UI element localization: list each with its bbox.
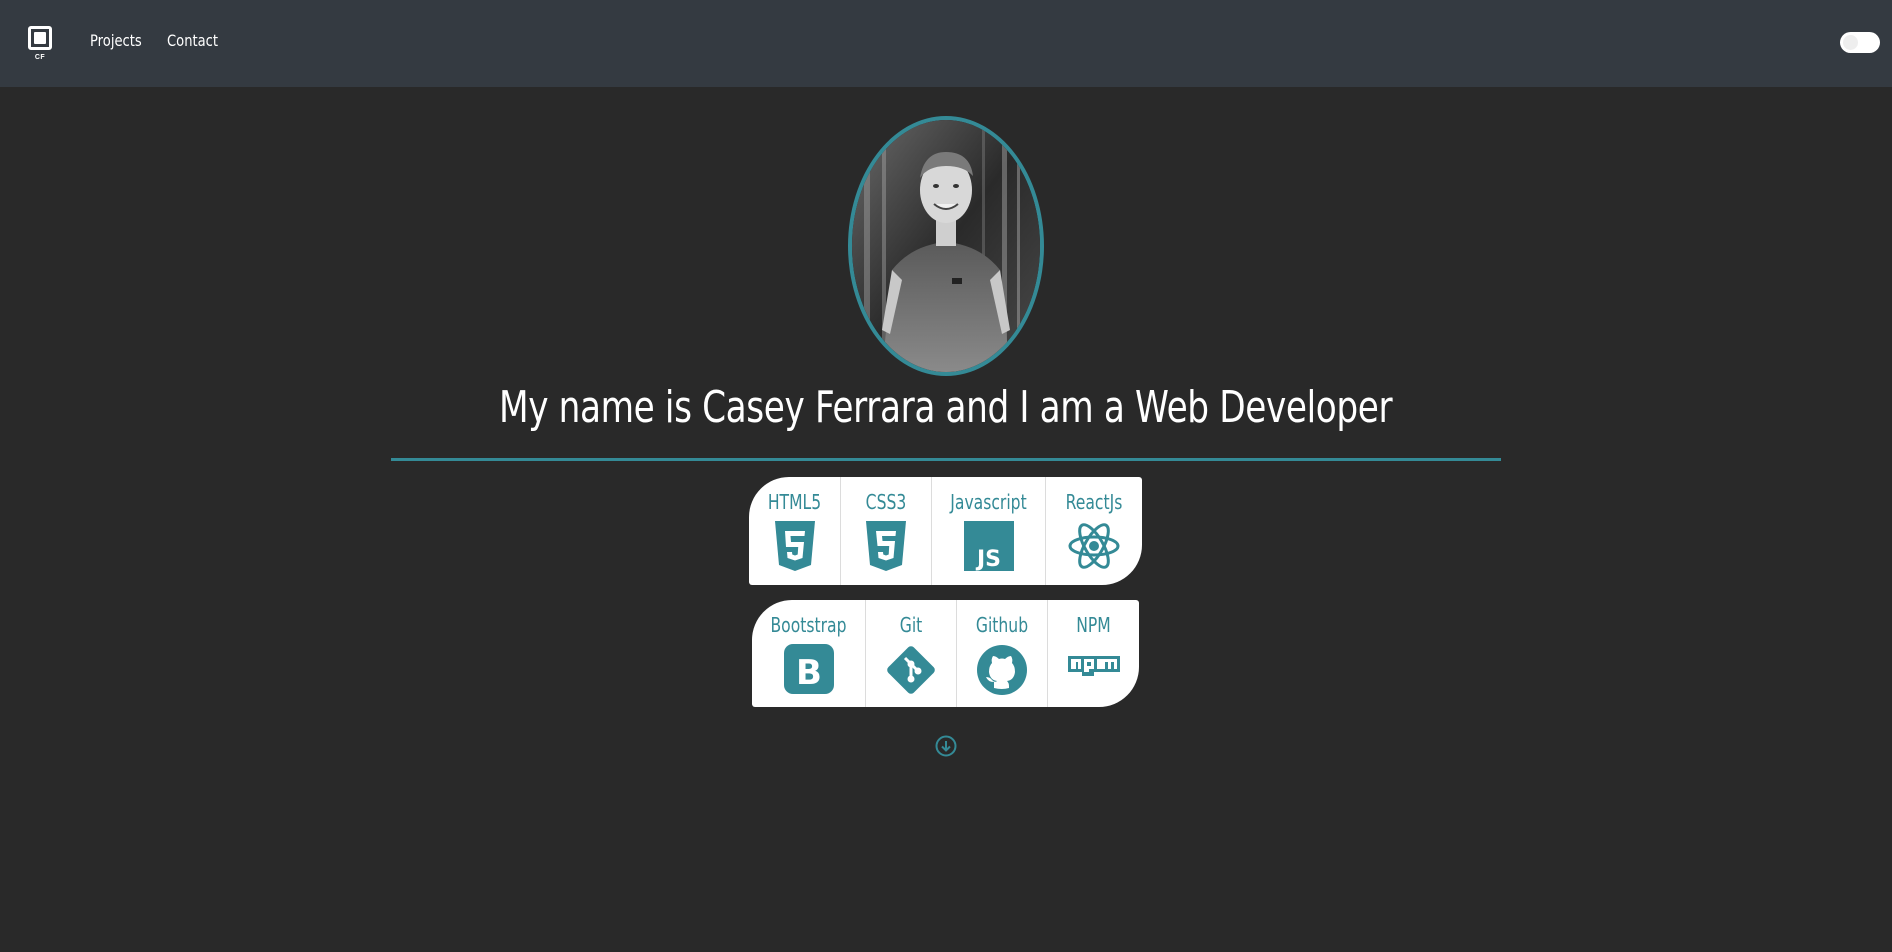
bootstrap-icon: B bbox=[783, 644, 834, 699]
skill-label: Javascript bbox=[950, 490, 1027, 514]
react-icon bbox=[1067, 521, 1121, 576]
skill-javascript: Javascript JS bbox=[932, 477, 1046, 585]
hero-headline: My name is Casey Ferrara and I am a Web … bbox=[0, 382, 1892, 433]
nav-link-projects[interactable]: Projects bbox=[90, 31, 142, 50]
brand-text: CF bbox=[34, 54, 46, 61]
html5-icon bbox=[773, 521, 817, 576]
github-icon bbox=[976, 644, 1028, 701]
css3-icon bbox=[864, 521, 908, 576]
skill-label: HTML5 bbox=[767, 490, 822, 514]
skill-label: Bootstrap bbox=[770, 613, 847, 637]
skill-react: ReactJs bbox=[1046, 477, 1142, 585]
skill-label: Git bbox=[899, 613, 923, 637]
navbar: CF Projects Contact bbox=[0, 0, 1892, 87]
npm-icon bbox=[1067, 656, 1120, 683]
skill-git: Git bbox=[866, 600, 957, 707]
skill-github: Github bbox=[957, 600, 1048, 707]
nav-link-contact[interactable]: Contact bbox=[167, 31, 218, 50]
svg-text:B: B bbox=[796, 653, 822, 693]
logo-icon bbox=[28, 26, 52, 50]
svg-text:JS: JS bbox=[974, 547, 1000, 571]
git-icon bbox=[885, 644, 937, 701]
skills-card-row2: Bootstrap B Git Github NPM bbox=[752, 600, 1139, 707]
skills-card-row1: HTML5 CSS3 Javascript JS ReactJs bbox=[749, 477, 1142, 585]
skill-css3: CSS3 bbox=[841, 477, 932, 585]
profile-photo bbox=[848, 116, 1044, 376]
skill-bootstrap: Bootstrap B bbox=[752, 600, 866, 707]
skill-label: CSS3 bbox=[865, 490, 907, 514]
javascript-icon: JS bbox=[963, 521, 1014, 576]
hero-headline-text: My name is Casey Ferrara and I am a Web … bbox=[499, 382, 1393, 433]
toggle-knob bbox=[1843, 35, 1858, 50]
skill-label: Github bbox=[975, 613, 1029, 637]
headline-divider bbox=[391, 458, 1501, 461]
skill-html5: HTML5 bbox=[749, 477, 841, 585]
skill-label: NPM bbox=[1076, 613, 1111, 637]
skill-label: ReactJs bbox=[1065, 490, 1123, 514]
skill-npm: NPM bbox=[1048, 600, 1139, 707]
scroll-down-arrow-icon[interactable] bbox=[935, 735, 957, 757]
theme-toggle[interactable] bbox=[1840, 32, 1880, 53]
brand-logo[interactable]: CF bbox=[28, 26, 56, 64]
